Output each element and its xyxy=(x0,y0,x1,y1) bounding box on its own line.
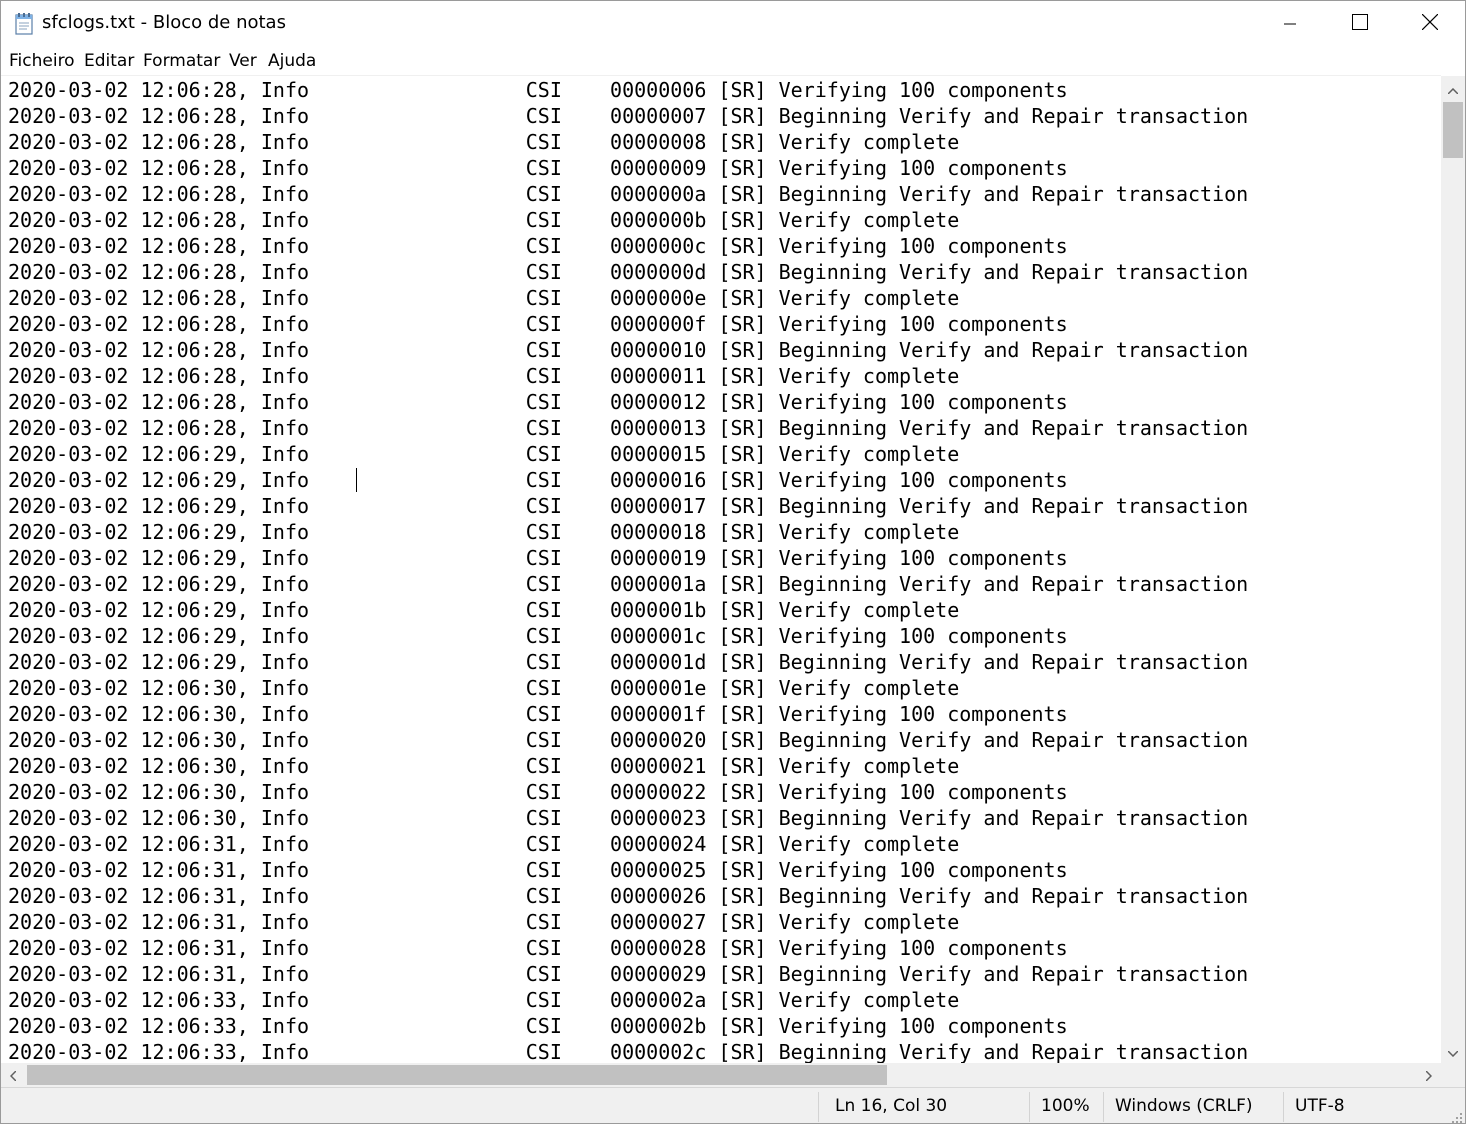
chevron-down-icon xyxy=(1447,1042,1459,1061)
horizontal-scrollbar[interactable] xyxy=(1,1063,1441,1087)
text-line: 2020-03-02 12:06:33, Info CSI 0000002c [… xyxy=(8,1040,1249,1063)
text-line: 2020-03-02 12:06:28, Info CSI 00000006 [… xyxy=(8,78,1068,102)
text-line: 2020-03-02 12:06:29, Info CSI 0000001b [… xyxy=(8,598,960,622)
text-line: 2020-03-02 12:06:28, Info CSI 00000009 [… xyxy=(8,156,1068,180)
menu-item-ver[interactable]: Ver xyxy=(229,51,257,71)
scrollbar-corner xyxy=(1441,1063,1465,1087)
text-line: 2020-03-02 12:06:31, Info CSI 00000028 [… xyxy=(8,936,1068,960)
text-line: 2020-03-02 12:06:30, Info CSI 0000001e [… xyxy=(8,676,960,700)
chevron-up-icon xyxy=(1447,79,1459,98)
vertical-scrollbar[interactable] xyxy=(1441,76,1465,1063)
text-line: 2020-03-02 12:06:28, Info CSI 00000013 [… xyxy=(8,416,1249,440)
text-caret xyxy=(356,468,357,492)
text-line: 2020-03-02 12:06:28, Info CSI 0000000a [… xyxy=(8,182,1249,206)
text-line: 2020-03-02 12:06:28, Info CSI 0000000b [… xyxy=(8,208,960,232)
text-line: 2020-03-02 12:06:30, Info CSI 00000021 [… xyxy=(8,754,960,778)
vertical-scroll-thumb[interactable] xyxy=(1443,102,1463,158)
text-line: 2020-03-02 12:06:28, Info CSI 00000011 [… xyxy=(8,364,960,388)
text-line: 2020-03-02 12:06:30, Info CSI 0000001f [… xyxy=(8,702,1068,726)
title-bar[interactable]: sfclogs.txt - Bloco de notas xyxy=(1,1,1465,47)
status-separator xyxy=(1103,1092,1104,1122)
text-line: 2020-03-02 12:06:28, Info CSI 0000000e [… xyxy=(8,286,960,310)
menu-item-formatar[interactable]: Formatar xyxy=(143,51,220,71)
status-separator xyxy=(1283,1092,1284,1122)
text-lines: 2020-03-02 12:06:28, Info CSI 00000006 [… xyxy=(8,77,1248,1063)
text-line: 2020-03-02 12:06:29, Info CSI 0000001d [… xyxy=(8,650,1249,674)
text-line: 2020-03-02 12:06:28, Info CSI 00000012 [… xyxy=(8,390,1068,414)
chevron-left-icon xyxy=(9,1066,17,1085)
text-line: 2020-03-02 12:06:28, Info CSI 00000010 [… xyxy=(8,338,1249,362)
notepad-window: sfclogs.txt - Bloco de notas Ficheiro Ed… xyxy=(0,0,1466,1124)
status-line-ending: Windows (CRLF) xyxy=(1115,1096,1253,1116)
close-icon xyxy=(1421,13,1439,34)
text-line: 2020-03-02 12:06:33, Info CSI 0000002a [… xyxy=(8,988,960,1012)
scroll-down-button[interactable] xyxy=(1441,1039,1465,1063)
menu-bar: Ficheiro Editar Formatar Ver Ajuda xyxy=(1,47,1465,75)
menu-item-ficheiro[interactable]: Ficheiro xyxy=(9,51,75,71)
text-line: 2020-03-02 12:06:31, Info CSI 00000027 [… xyxy=(8,910,960,934)
menu-item-editar[interactable]: Editar xyxy=(84,51,134,71)
status-cursor-position: Ln 16, Col 30 xyxy=(835,1096,948,1116)
text-line: 2020-03-02 12:06:29, Info CSI 0000001c [… xyxy=(8,624,1068,648)
text-line: 2020-03-02 12:06:29, Info CSI 00000015 [… xyxy=(8,442,960,466)
close-button[interactable] xyxy=(1395,1,1465,47)
chevron-right-icon xyxy=(1425,1066,1433,1085)
minimize-button[interactable] xyxy=(1255,1,1325,47)
scroll-right-button[interactable] xyxy=(1417,1063,1441,1087)
text-line: 2020-03-02 12:06:29, Info CSI 00000017 [… xyxy=(8,494,1249,518)
maximize-button[interactable] xyxy=(1325,1,1395,47)
text-line: 2020-03-02 12:06:30, Info CSI 00000023 [… xyxy=(8,806,1249,830)
scroll-left-button[interactable] xyxy=(1,1063,25,1087)
resize-grip-icon[interactable] xyxy=(1451,1109,1463,1123)
text-line: 2020-03-02 12:06:30, Info CSI 00000020 [… xyxy=(8,728,1249,752)
text-line: 2020-03-02 12:06:28, Info CSI 0000000d [… xyxy=(8,260,1249,284)
text-line: 2020-03-02 12:06:29, Info CSI 00000019 [… xyxy=(8,546,1068,570)
text-line: 2020-03-02 12:06:30, Info CSI 00000022 [… xyxy=(8,780,1068,804)
text-line: 2020-03-02 12:06:31, Info CSI 00000026 [… xyxy=(8,884,1249,908)
text-line: 2020-03-02 12:06:33, Info CSI 0000002b [… xyxy=(8,1014,1068,1038)
status-zoom: 100% xyxy=(1041,1096,1090,1116)
scroll-up-button[interactable] xyxy=(1441,76,1465,100)
text-line: 2020-03-02 12:06:29, Info CSI 00000016 [… xyxy=(8,468,1068,492)
text-line: 2020-03-02 12:06:28, Info CSI 0000000c [… xyxy=(8,234,1068,258)
horizontal-scroll-thumb[interactable] xyxy=(27,1065,887,1085)
text-line: 2020-03-02 12:06:28, Info CSI 0000000f [… xyxy=(8,312,1068,336)
text-line: 2020-03-02 12:06:29, Info CSI 0000001a [… xyxy=(8,572,1249,596)
text-line: 2020-03-02 12:06:31, Info CSI 00000025 [… xyxy=(8,858,1068,882)
text-editor[interactable]: 2020-03-02 12:06:28, Info CSI 00000006 [… xyxy=(1,75,1441,1063)
status-bar: Ln 16, Col 30 100% Windows (CRLF) UTF-8 xyxy=(1,1087,1465,1123)
window-title: sfclogs.txt - Bloco de notas xyxy=(42,12,286,33)
minimize-icon xyxy=(1284,15,1296,34)
maximize-icon xyxy=(1352,14,1368,34)
text-line: 2020-03-02 12:06:29, Info CSI 00000018 [… xyxy=(8,520,960,544)
status-separator xyxy=(818,1092,819,1122)
menu-item-ajuda[interactable]: Ajuda xyxy=(268,51,316,71)
text-line: 2020-03-02 12:06:28, Info CSI 00000007 [… xyxy=(8,104,1249,128)
status-encoding: UTF-8 xyxy=(1295,1096,1345,1116)
status-separator xyxy=(1029,1092,1030,1122)
text-line: 2020-03-02 12:06:31, Info CSI 00000024 [… xyxy=(8,832,960,856)
text-line: 2020-03-02 12:06:28, Info CSI 00000008 [… xyxy=(8,130,960,154)
notepad-icon[interactable] xyxy=(14,12,36,36)
text-line: 2020-03-02 12:06:31, Info CSI 00000029 [… xyxy=(8,962,1249,986)
